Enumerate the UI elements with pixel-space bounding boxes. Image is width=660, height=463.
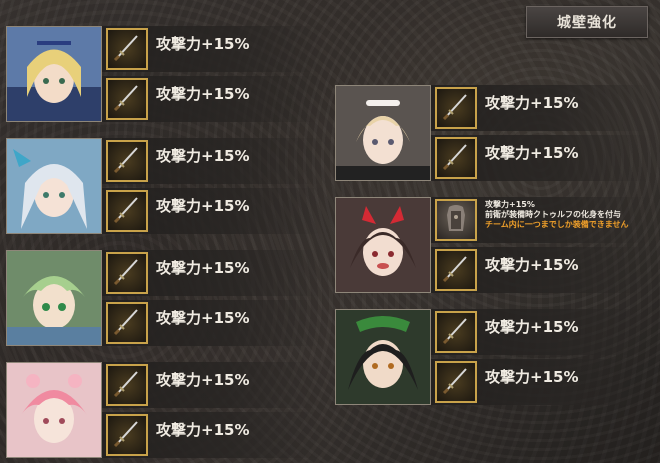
sword-icon <box>111 31 143 67</box>
title-label: 城壁強化 <box>557 15 617 31</box>
sword-icon <box>111 255 143 291</box>
character-card-blonde-knight: 攻撃力+15% 攻撃力+15% <box>6 26 324 126</box>
equipment-slot[interactable] <box>106 140 148 182</box>
sword-icon <box>111 367 143 403</box>
equipment-slot[interactable] <box>106 302 148 344</box>
character-card-red-horn-girl: 攻撃力+15% 前衛が装備時クトゥルフの化身を付与 チーム内に一つまでしか装備で… <box>335 197 653 297</box>
equipment-slot[interactable] <box>106 28 148 70</box>
attack-bonus-text: 攻撃力+15% <box>156 147 250 165</box>
attack-bonus-text: 攻撃力+15% <box>156 35 250 53</box>
character-card-dark-hair-girl: 攻撃力+15% 攻撃力+15% <box>335 309 653 409</box>
sword-icon <box>440 140 472 176</box>
equipment-slot[interactable] <box>435 361 477 403</box>
character-card-silver-hair-girl: 攻撃力+15% 攻撃力+15% <box>6 138 324 238</box>
sword-icon <box>111 193 143 229</box>
equipment-slot[interactable] <box>106 190 148 232</box>
special-effect-text: 攻撃力+15% 前衛が装備時クトゥルフの化身を付与 チーム内に一つまでしか装備で… <box>485 200 629 230</box>
sword-icon <box>111 305 143 341</box>
portrait-dark-hair-girl[interactable] <box>335 309 431 405</box>
portrait-red-horn-girl[interactable] <box>335 197 431 293</box>
sword-icon <box>440 252 472 288</box>
attack-bonus-text: 攻撃力+15% <box>156 259 250 277</box>
character-card-green-hair-girl: 攻撃力+15% 攻撃力+15% <box>6 250 324 350</box>
attack-bonus-text: 攻撃力+15% <box>156 197 250 215</box>
special-warning-line: チーム内に一つまでしか装備できません <box>485 220 629 229</box>
attack-bonus-text: 攻撃力+15% <box>485 256 579 274</box>
equipment-slot[interactable] <box>435 87 477 129</box>
equipment-slot[interactable] <box>435 311 477 353</box>
sword-icon <box>440 90 472 126</box>
portrait-maid-girl[interactable] <box>335 85 431 181</box>
equipment-slot[interactable] <box>435 249 477 291</box>
wall-upgrade-title: 城壁強化 <box>526 6 648 38</box>
armor-icon <box>439 201 473 239</box>
sword-icon <box>111 81 143 117</box>
special-line-1: 攻撃力+15% <box>485 200 535 209</box>
character-card-pink-hair-girl: 攻撃力+15% 攻撃力+15% <box>6 362 324 462</box>
equipment-slot[interactable] <box>106 78 148 120</box>
attack-bonus-text: 攻撃力+15% <box>485 318 579 336</box>
sword-icon <box>440 364 472 400</box>
sword-icon <box>111 143 143 179</box>
equipment-slot[interactable] <box>106 364 148 406</box>
portrait-pink-hair-girl[interactable] <box>6 362 102 458</box>
attack-bonus-text: 攻撃力+15% <box>156 309 250 327</box>
attack-bonus-text: 攻撃力+15% <box>156 371 250 389</box>
equipment-slot[interactable] <box>106 252 148 294</box>
attack-bonus-text: 攻撃力+15% <box>156 85 250 103</box>
attack-bonus-text: 攻撃力+15% <box>156 421 250 439</box>
portrait-blonde-knight[interactable] <box>6 26 102 122</box>
attack-bonus-text: 攻撃力+15% <box>485 368 579 386</box>
sword-icon <box>111 417 143 453</box>
attack-bonus-text: 攻撃力+15% <box>485 144 579 162</box>
portrait-green-hair-girl[interactable] <box>6 250 102 346</box>
special-line-2: 前衛が装備時クトゥルフの化身を付与 <box>485 210 621 219</box>
sword-icon <box>440 314 472 350</box>
equipment-slot[interactable] <box>106 414 148 456</box>
attack-bonus-text: 攻撃力+15% <box>485 94 579 112</box>
equipment-slot[interactable] <box>435 137 477 179</box>
portrait-silver-hair-girl[interactable] <box>6 138 102 234</box>
character-card-maid-girl: 攻撃力+15% 攻撃力+15% <box>335 85 653 185</box>
equipment-slot-special[interactable] <box>435 199 477 241</box>
